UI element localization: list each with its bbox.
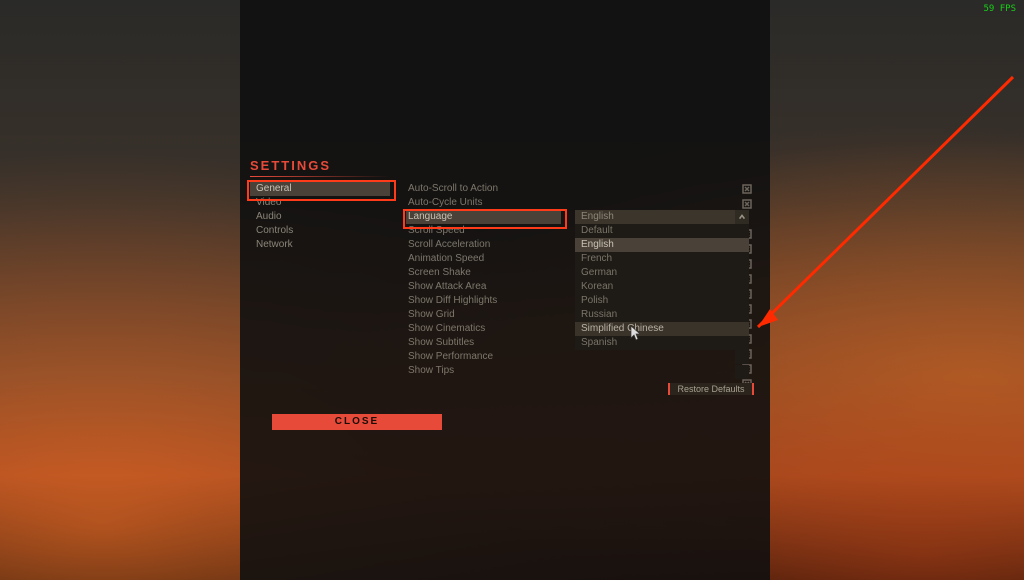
option-label[interactable]: Show Diff Highlights — [406, 294, 561, 308]
dropdown-caret-icon[interactable] — [735, 210, 749, 224]
option-label[interactable]: Show Cinematics — [406, 322, 561, 336]
tab-audio[interactable]: Audio — [250, 210, 390, 224]
option-label[interactable]: Animation Speed — [406, 252, 561, 266]
restore-defaults-button[interactable]: Restore Defaults — [668, 383, 754, 395]
option-label[interactable]: Show Tips — [406, 364, 561, 378]
language-option[interactable]: Polish — [575, 294, 749, 308]
language-option[interactable]: Russian — [575, 308, 749, 322]
tab-network[interactable]: Network — [250, 238, 390, 252]
reset-option-icon[interactable] — [740, 182, 754, 196]
option-label[interactable]: Show Performance — [406, 350, 561, 364]
reset-option-icon[interactable] — [740, 197, 754, 211]
close-button[interactable]: CLOSE — [272, 414, 442, 430]
fps-counter: 59 FPS — [983, 4, 1016, 14]
language-option[interactable]: Default — [575, 224, 749, 238]
language-option[interactable]: Korean — [575, 280, 749, 294]
option-label[interactable]: Scroll Speed — [406, 224, 561, 238]
option-label[interactable]: Show Attack Area — [406, 280, 561, 294]
language-dropdown[interactable]: English — [575, 210, 735, 224]
option-label[interactable]: Scroll Acceleration — [406, 238, 561, 252]
option-list: Auto-Scroll to ActionAuto-Cycle UnitsLan… — [406, 182, 561, 378]
reset-option-icon[interactable] — [740, 362, 754, 376]
settings-title: SETTINGS — [250, 158, 331, 173]
language-option[interactable]: German — [575, 266, 749, 280]
option-label[interactable]: Auto-Cycle Units — [406, 196, 561, 210]
option-label[interactable]: Show Subtitles — [406, 336, 561, 350]
language-option[interactable]: Simplified Chinese — [575, 322, 749, 336]
language-option[interactable]: French — [575, 252, 749, 266]
language-option[interactable]: English — [575, 238, 749, 252]
language-dropdown-list: DefaultEnglishFrenchGermanKoreanPolishRu… — [575, 224, 749, 350]
title-underline — [250, 176, 390, 177]
settings-tabs: GeneralVideoAudioControlsNetwork — [250, 182, 390, 252]
option-label[interactable]: Screen Shake — [406, 266, 561, 280]
language-option[interactable]: Spanish — [575, 336, 749, 350]
tab-video[interactable]: Video — [250, 196, 390, 210]
option-label[interactable]: Language — [406, 210, 561, 224]
tab-general[interactable]: General — [250, 182, 390, 196]
tab-controls[interactable]: Controls — [250, 224, 390, 238]
option-label[interactable]: Auto-Scroll to Action — [406, 182, 561, 196]
option-label[interactable]: Show Grid — [406, 308, 561, 322]
